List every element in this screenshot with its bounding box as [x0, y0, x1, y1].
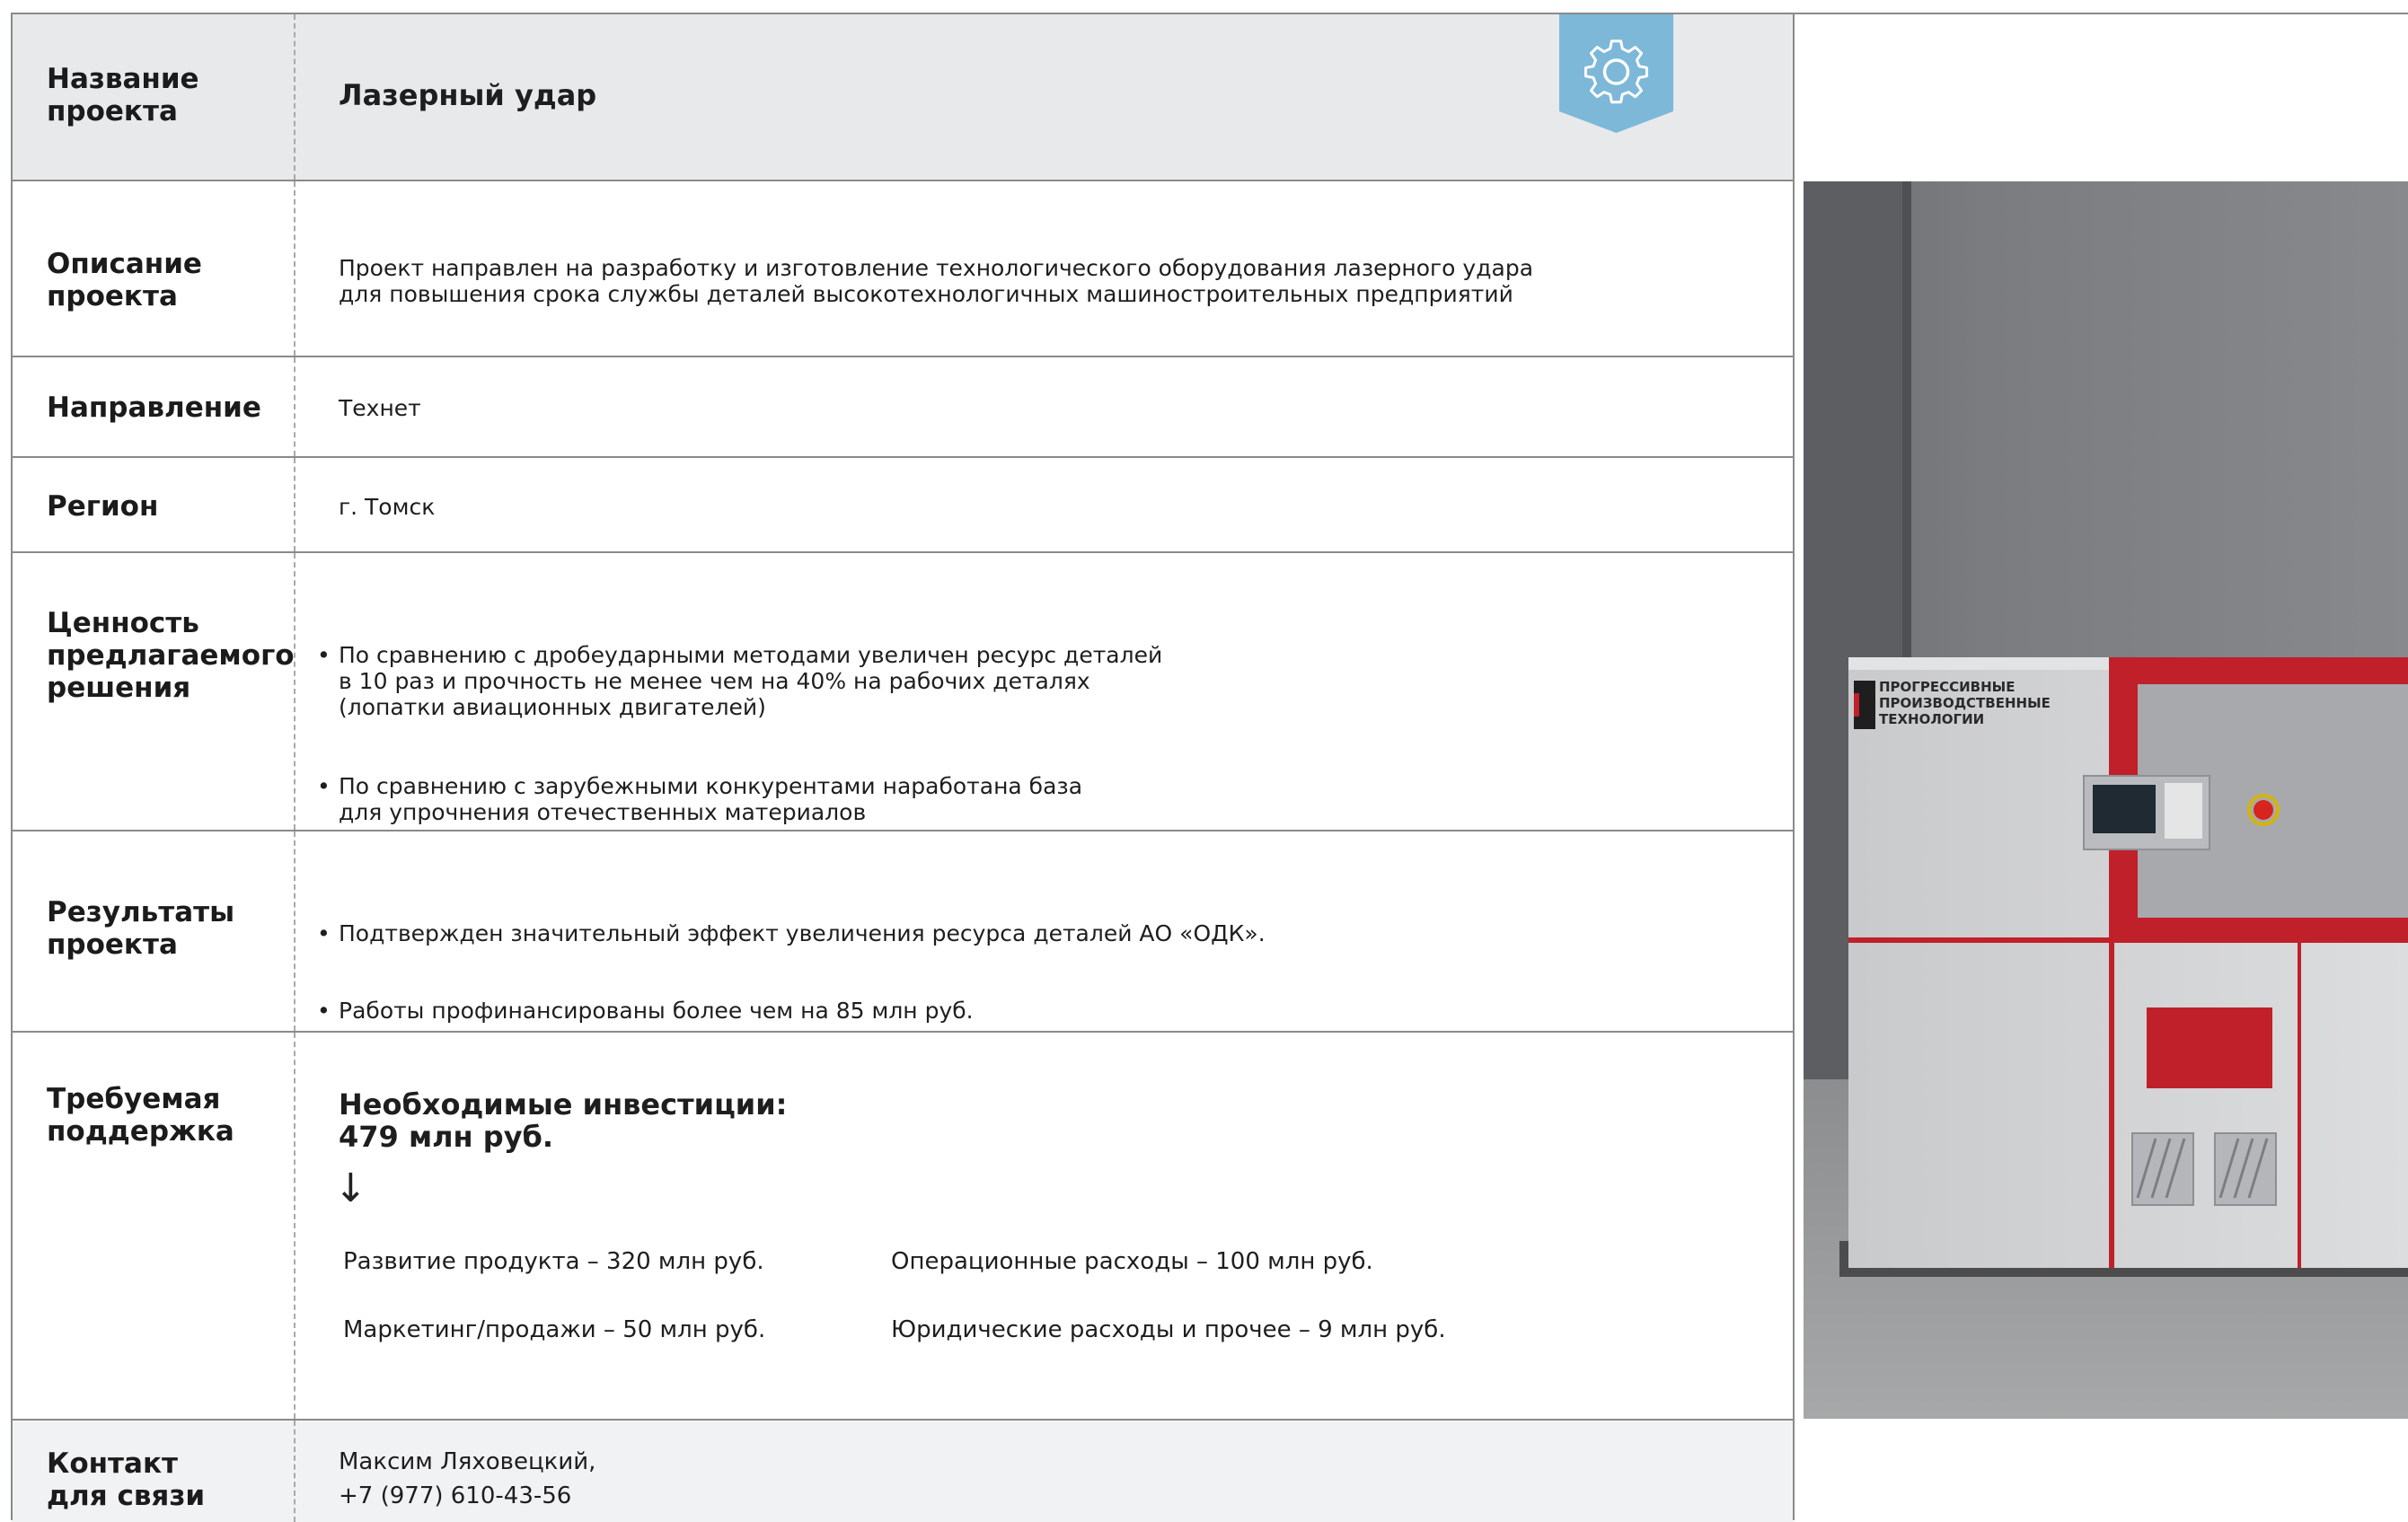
row-results: Результаты проекта Подтвержден значитель…: [13, 831, 1793, 1033]
row-region: Регион г. Томск: [13, 458, 1793, 553]
description-value: Проект направлен на разработку и изготов…: [339, 255, 1534, 307]
allocation-product: Развитие продукта – 320 млн руб.: [343, 1248, 764, 1275]
region-label: Регион: [47, 490, 159, 523]
gear-icon: [1559, 14, 1673, 133]
contact-phone[interactable]: +7 (977) 610-43-56: [339, 1483, 571, 1509]
column-divider: [294, 831, 295, 1031]
gear-badge: [1559, 14, 1673, 133]
laser-machine-image: ПРОГРЕССИВНЫЕ ПРОИЗВОДСТВЕННЫЕ ТЕХНОЛОГИ…: [1804, 181, 2408, 1419]
allocation-operations: Операционные расходы – 100 млн руб.: [891, 1248, 1373, 1275]
project-name-value: Лазерный удар: [339, 78, 597, 112]
investment-total: Необходимые инвестиции: 479 млн руб.: [339, 1087, 788, 1154]
row-direction: Направление Технет: [13, 357, 1793, 458]
project-name-label: Название проекта: [47, 63, 199, 128]
logo-line: ПРОИЗВОДСТВЕННЫЕ: [1879, 695, 2051, 711]
list-item: Работы профинансированы более чем на 85 …: [317, 998, 1266, 1024]
list-item: По сравнению с дробеударными методами ув…: [317, 642, 1162, 720]
column-divider: [294, 181, 295, 356]
contact-label: Контакт для связи: [47, 1447, 206, 1512]
results-list: Подтвержден значительный эффект увеличен…: [317, 894, 1266, 1050]
row-project-name: Название проекта Лазерный удар: [13, 14, 1793, 181]
logo-line: ПРОГРЕССИВНЫЕ: [1879, 679, 2015, 695]
region-value: г. Томск: [339, 494, 436, 520]
project-card-table: Название проекта Лазерный удар Описание …: [11, 13, 1795, 1522]
allocation-marketing: Маркетинг/продажи – 50 млн руб.: [343, 1316, 766, 1343]
row-required-support: Требуемая поддержка Необходимые инвестиц…: [13, 1033, 1793, 1421]
equipment-photo: ПРОГРЕССИВНЫЕ ПРОИЗВОДСТВЕННЫЕ ТЕХНОЛОГИ…: [1804, 181, 2408, 1419]
results-label: Результаты проекта: [47, 896, 235, 961]
top-rule: [1795, 13, 2408, 14]
description-label: Описание проекта: [47, 248, 202, 312]
arrow-down-icon: ↓: [334, 1166, 367, 1211]
contact-name: Максим Ляховецкий,: [339, 1448, 596, 1475]
value-proposition-label: Ценность предлагаемого решения: [47, 607, 295, 704]
allocation-legal: Юридические расходы и прочее – 9 млн руб…: [891, 1316, 1446, 1343]
column-divider: [294, 458, 295, 551]
logo-line: ТЕХНОЛОГИИ: [1879, 711, 1984, 727]
column-divider: [294, 357, 295, 456]
direction-value: Технет: [339, 395, 421, 421]
column-divider: [294, 14, 295, 180]
column-divider: [294, 1033, 295, 1419]
list-item: По сравнению с зарубежными конкурентами …: [317, 773, 1162, 825]
list-item: Подтвержден значительный эффект увеличен…: [317, 920, 1266, 946]
row-contact: Контакт для связи Максим Ляховецкий, +7 …: [13, 1421, 1793, 1522]
row-description: Описание проекта Проект направлен на раз…: [13, 181, 1793, 357]
column-divider: [294, 1421, 295, 1522]
row-value-proposition: Ценность предлагаемого решения По сравне…: [13, 553, 1793, 831]
support-label: Требуемая поддержка: [47, 1083, 234, 1148]
direction-label: Направление: [47, 391, 261, 424]
value-proposition-list: По сравнению с дробеударными методами ув…: [317, 616, 1162, 851]
